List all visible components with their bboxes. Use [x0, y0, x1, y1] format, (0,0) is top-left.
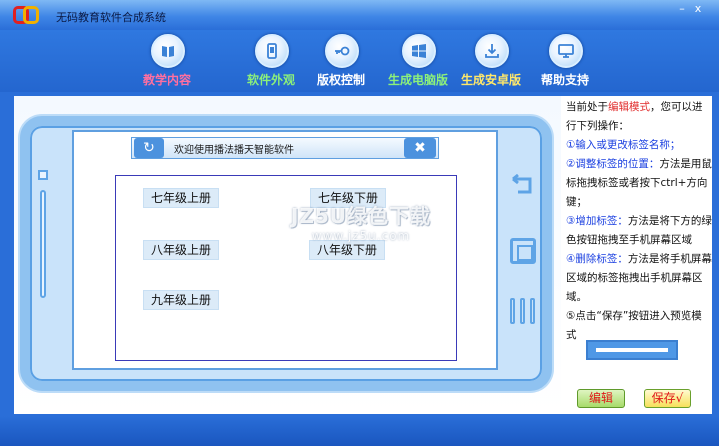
app-window: 无码教育软件合成系统 – x 教学内容 软件外观 版权控制 生成电脑版 生成安卓…	[0, 0, 719, 446]
main-toolbar: 教学内容 软件外观 版权控制 生成电脑版 生成安卓版 帮助支持	[0, 30, 719, 92]
new-label-drag-button[interactable]	[586, 340, 678, 360]
home-square-icon	[510, 238, 536, 264]
step2-title: ②调整标签的位置：	[566, 158, 660, 170]
label-grade8-vol2[interactable]: 八年级下册	[309, 240, 386, 260]
windows-icon	[402, 34, 436, 68]
toolbar-generate-pc[interactable]: 生成电脑版	[378, 30, 458, 92]
download-icon	[475, 34, 509, 68]
screen-close-button[interactable]: ✖	[404, 138, 436, 158]
refresh-button[interactable]: ↻	[134, 138, 164, 158]
screen-title[interactable]: 欢迎使用播法播天智能软件	[174, 141, 294, 156]
minimize-button[interactable]: –	[675, 2, 689, 16]
toolbar-software-appearance-label: 软件外观	[246, 73, 295, 87]
phone-icon	[255, 34, 289, 68]
label-grade7-vol1[interactable]: 七年级上册	[143, 188, 220, 208]
key-icon	[325, 34, 359, 68]
close-window-button[interactable]: x	[691, 2, 705, 16]
menu-bars-icon	[510, 298, 536, 324]
step1-text: ①输入或更改标签名称；	[566, 139, 681, 151]
toolbar-generate-android-label: 生成安卓版	[460, 73, 521, 87]
toolbar-help-support[interactable]: 帮助支持	[525, 30, 605, 92]
save-button[interactable]: 保存√	[644, 389, 691, 408]
back-arrow-icon	[510, 173, 536, 196]
window-title: 无码教育软件合成系统	[56, 11, 166, 24]
title-bar: 无码教育软件合成系统 – x	[0, 0, 719, 30]
app-logo	[13, 6, 41, 26]
instruction-text: 当前处于编辑模式，您可以进行下列操作： ①输入或更改标签名称； ②调整标签的位置…	[566, 98, 712, 345]
monitor-icon	[549, 34, 583, 68]
label-grade9-vol1[interactable]: 九年级上册	[143, 290, 220, 310]
toolbar-software-appearance[interactable]: 软件外观	[231, 30, 311, 92]
toolbar-teaching-content-label: 教学内容	[142, 73, 191, 87]
toolbar-teaching-content[interactable]: 教学内容	[127, 30, 207, 92]
step5-text: ⑤点击“保存”按钮进入预览模式	[566, 310, 702, 341]
toolbar-help-support-label: 帮助支持	[540, 73, 589, 87]
toolbar-copyright-control-label: 版权控制	[316, 73, 365, 87]
toolbar-copyright-control[interactable]: 版权控制	[301, 30, 381, 92]
intro-prefix: 当前处于	[566, 101, 608, 113]
label-grade7-vol2[interactable]: 七年级下册	[310, 188, 387, 208]
phone-camera-icon	[38, 170, 48, 180]
edit-mode-label: 编辑模式	[608, 101, 650, 113]
label-grade8-vol1[interactable]: 八年级上册	[143, 240, 220, 260]
status-bar	[0, 416, 719, 446]
step3-title: ③增加标签：	[566, 215, 628, 227]
toolbar-generate-pc-label: 生成电脑版	[387, 73, 448, 87]
step4-title: ④删除标签：	[566, 253, 628, 265]
book-icon	[151, 34, 185, 68]
edit-button[interactable]: 编辑	[577, 389, 625, 408]
phone-side-slot	[40, 190, 46, 298]
toolbar-generate-android[interactable]: 生成安卓版	[451, 30, 531, 92]
